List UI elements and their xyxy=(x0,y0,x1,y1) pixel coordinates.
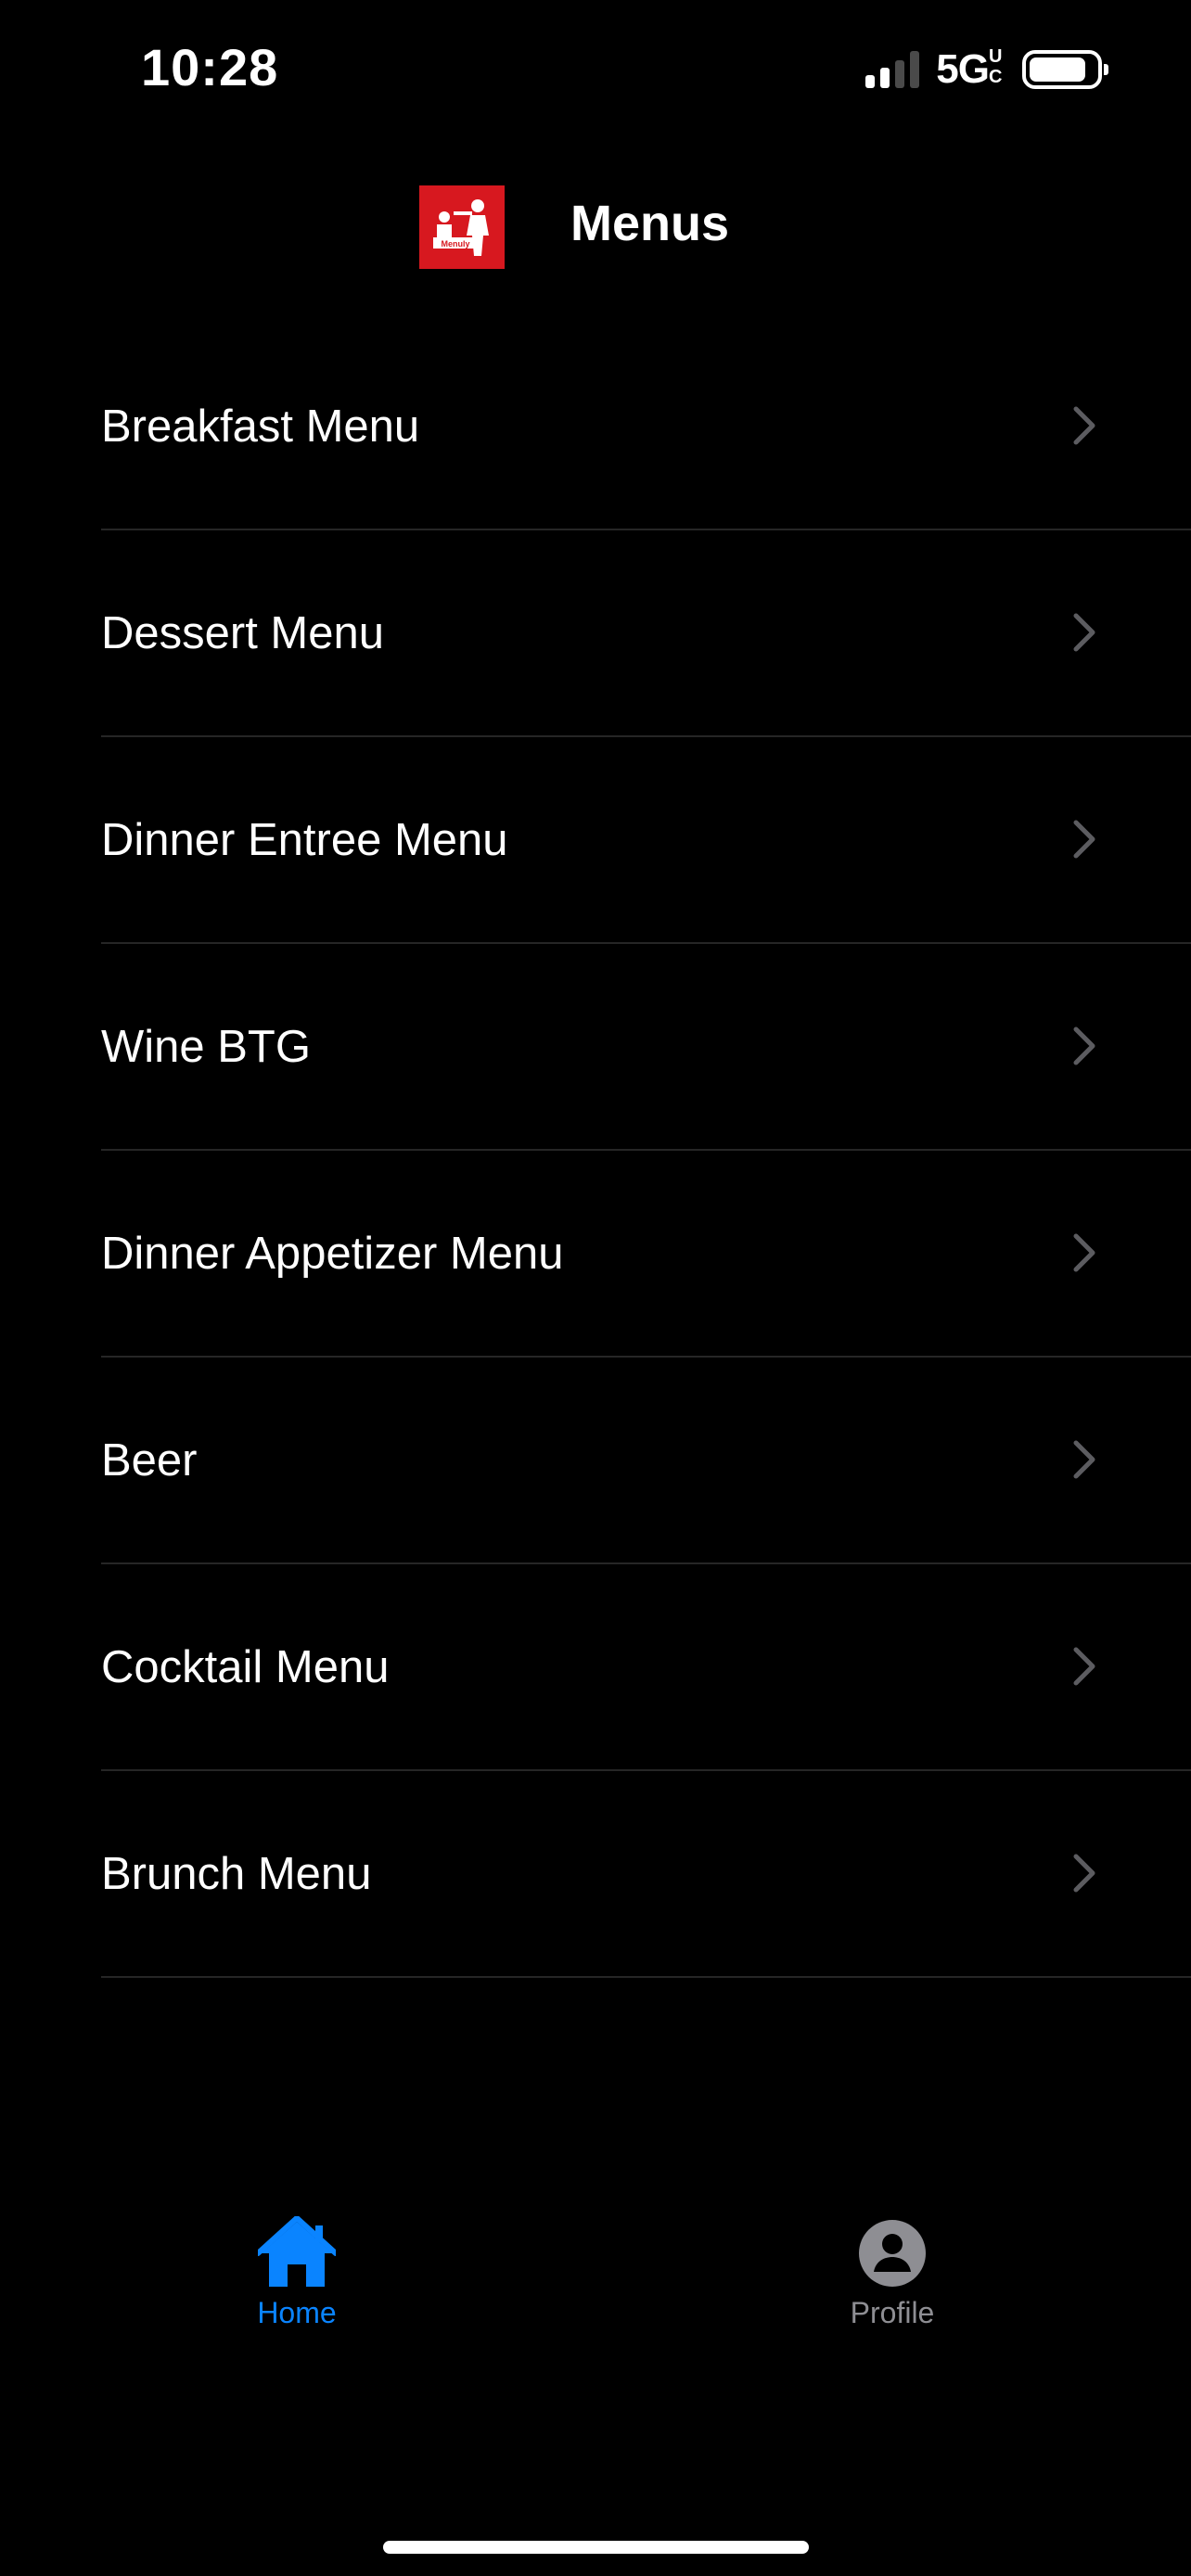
menu-row-brunch[interactable]: Brunch Menu xyxy=(0,1771,1191,1978)
menu-row-dinner-appetizer[interactable]: Dinner Appetizer Menu xyxy=(0,1151,1191,1358)
status-bar: 10:28 5GUC xyxy=(0,0,1191,139)
battery-icon xyxy=(1022,50,1108,89)
chevron-right-icon xyxy=(1073,1440,1095,1479)
menu-row-label: Breakfast Menu xyxy=(101,402,420,452)
tab-profile-label: Profile xyxy=(850,2296,935,2329)
navigation-header: Menuly Menus xyxy=(0,182,1191,271)
chevron-right-icon xyxy=(1073,1647,1095,1686)
menu-row-label: Brunch Menu xyxy=(101,1849,372,1899)
chevron-right-icon xyxy=(1073,1854,1095,1893)
svg-text:Menuly: Menuly xyxy=(441,239,469,249)
tab-home[interactable]: Home xyxy=(204,2216,390,2346)
network-suffix: UC xyxy=(989,46,1002,87)
network-type: 5GUC xyxy=(936,46,1005,93)
menu-row-label: Dinner Entree Menu xyxy=(101,815,508,865)
chevron-right-icon xyxy=(1073,820,1095,859)
home-indicator xyxy=(383,2541,809,2554)
menu-row-dinner-entree[interactable]: Dinner Entree Menu xyxy=(0,737,1191,944)
tab-home-label: Home xyxy=(257,2296,337,2329)
menu-row-label: Dessert Menu xyxy=(101,608,385,658)
status-indicators: 5GUC xyxy=(865,46,1108,93)
menu-row-cocktail[interactable]: Cocktail Menu xyxy=(0,1564,1191,1771)
chevron-right-icon xyxy=(1073,406,1095,445)
menu-row-dessert[interactable]: Dessert Menu xyxy=(0,530,1191,737)
chevron-right-icon xyxy=(1073,613,1095,652)
menu-row-label: Wine BTG xyxy=(101,1022,311,1072)
menu-row-breakfast[interactable]: Breakfast Menu xyxy=(0,324,1191,530)
app-logo: Menuly xyxy=(419,185,505,269)
menu-row-label: Dinner Appetizer Menu xyxy=(101,1229,564,1279)
menu-row-label: Beer xyxy=(101,1435,198,1486)
row-divider xyxy=(101,1976,1191,1978)
menuly-logo-icon: Menuly xyxy=(433,199,489,256)
status-time: 10:28 xyxy=(141,38,279,96)
tab-bar: Home Profile xyxy=(0,2216,1191,2355)
house-icon xyxy=(258,2216,336,2287)
person-circle-icon xyxy=(859,2220,926,2287)
menu-row-beer[interactable]: Beer xyxy=(0,1358,1191,1564)
menu-row-wine-btg[interactable]: Wine BTG xyxy=(0,944,1191,1151)
tab-profile[interactable]: Profile xyxy=(800,2216,985,2346)
chevron-right-icon xyxy=(1073,1027,1095,1065)
menu-row-label: Cocktail Menu xyxy=(101,1642,390,1692)
page-title: Menus xyxy=(570,196,730,251)
signal-strength-icon xyxy=(865,51,920,88)
chevron-right-icon xyxy=(1073,1233,1095,1272)
menu-list: Breakfast Menu Dessert Menu Dinner Entre… xyxy=(0,324,1191,1978)
